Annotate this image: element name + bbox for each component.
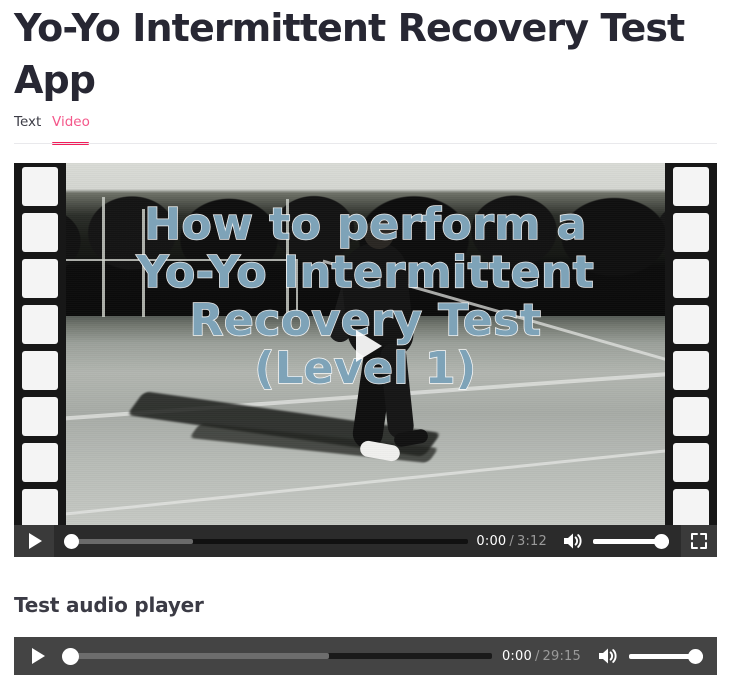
audio-play-button[interactable] [14,637,60,675]
fullscreen-icon [691,533,707,549]
audio-volume-button[interactable] [595,643,621,669]
audio-volume-slider[interactable] [629,637,703,675]
filmstrip-sprocket [673,259,709,298]
video-player[interactable]: How to perform a Yo-Yo Intermittent Reco… [14,163,717,557]
video-duration: 3:12 [517,533,547,549]
audio-player[interactable]: 0:00/29:15 [14,637,717,675]
audio-seek-handle[interactable] [62,647,79,665]
filmstrip-left [14,163,66,525]
video-seek-handle[interactable] [64,533,79,549]
tab-video[interactable]: Video [52,113,90,141]
audio-seek-slider[interactable] [62,637,492,675]
volume-high-icon [564,533,582,549]
video-big-play-button[interactable] [336,316,396,376]
audio-time-separator: / [534,648,540,664]
filmstrip-sprocket [673,489,709,525]
audio-seek-buffered [62,653,329,659]
filmstrip-sprocket [22,489,58,525]
filmstrip-sprocket [673,443,709,482]
audio-volume-handle[interactable] [688,648,703,664]
play-triangle-icon [355,330,382,362]
audio-duration: 29:15 [542,648,581,664]
video-volume-slider[interactable] [593,525,669,557]
filmstrip-sprocket [673,167,709,206]
video-time-separator: / [509,533,514,549]
filmstrip-sprocket [673,213,709,252]
filmstrip-sprocket [673,397,709,436]
video-poster[interactable]: How to perform a Yo-Yo Intermittent Reco… [14,163,717,525]
audio-time-display: 0:00/29:15 [502,649,581,664]
filmstrip-right [665,163,717,525]
filmstrip-sprocket [22,259,58,298]
audio-current-time: 0:00 [501,648,532,664]
video-control-bar: 0:00/3:12 [14,525,717,557]
filmstrip-sprocket [673,351,709,390]
video-volume-button[interactable] [561,529,585,553]
video-volume-handle[interactable] [654,533,669,549]
filmstrip-sprocket [22,397,58,436]
video-fullscreen-button[interactable] [681,525,717,557]
filmstrip-sprocket [22,213,58,252]
page-title: Yo-Yo Intermittent Recovery Test App [14,6,697,102]
filmstrip-sprocket [22,351,58,390]
video-time-display: 0:00/3:12 [476,534,547,549]
video-current-time: 0:00 [476,533,507,549]
audio-control-bar: 0:00/29:15 [14,637,717,675]
play-icon [32,648,45,664]
app-page: Yo-Yo Intermittent Recovery Test App Tex… [0,0,731,685]
filmstrip-sprocket [22,443,58,482]
tab-bar: Text Video [14,113,717,145]
play-icon [29,533,42,549]
scene-goal-fence [44,259,298,317]
audio-section-heading: Test audio player [14,593,204,617]
tab-divider [14,143,717,144]
tab-text[interactable]: Text [14,113,41,141]
video-play-button[interactable] [14,525,54,557]
filmstrip-sprocket [22,305,58,344]
filmstrip-sprocket [673,305,709,344]
video-seek-buffered [64,538,194,544]
filmstrip-sprocket [22,167,58,206]
volume-high-icon [599,648,617,664]
video-seek-slider[interactable] [64,525,469,557]
